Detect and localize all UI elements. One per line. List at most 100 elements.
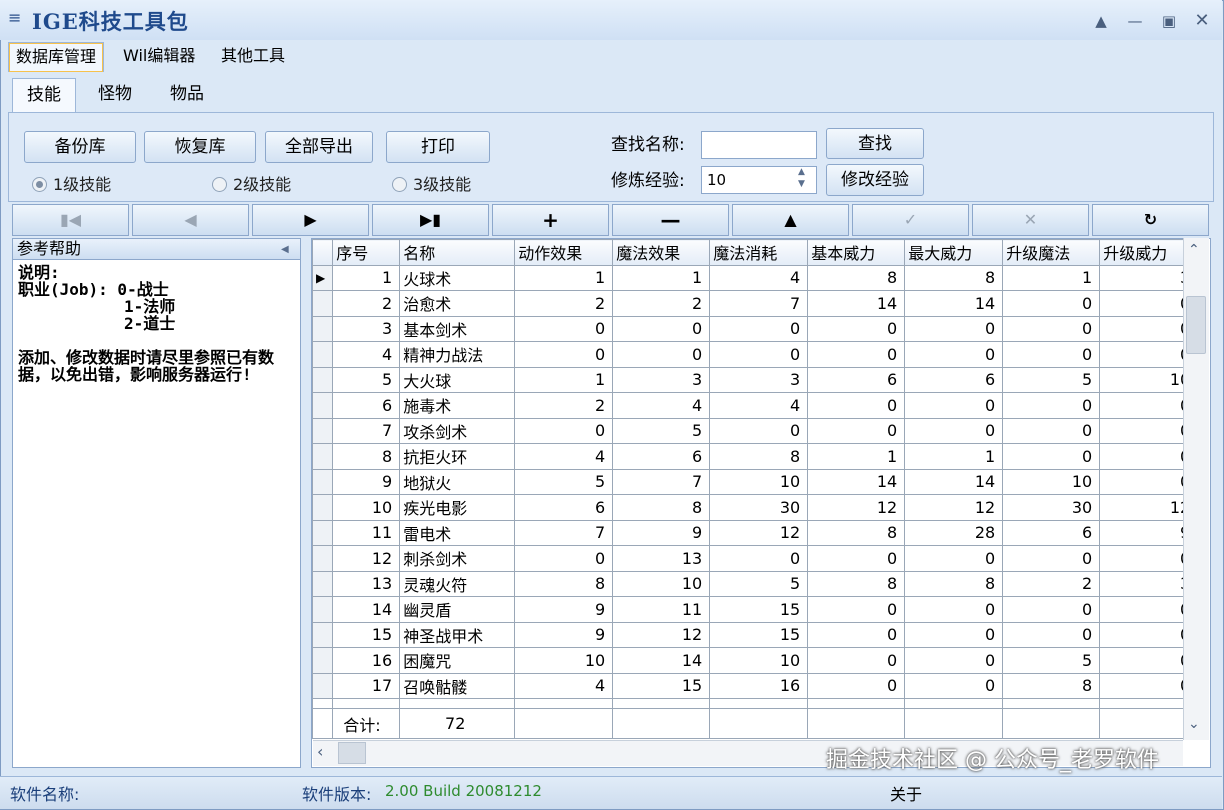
table-cell[interactable]: 雷电术 [399,519,516,546]
row-indicator[interactable] [312,519,334,546]
table-cell[interactable]: 0 [904,315,1004,342]
table-cell[interactable]: 1 [514,366,614,393]
table-cell[interactable]: 7 [332,417,401,444]
row-indicator[interactable] [312,366,334,393]
row-indicator[interactable] [312,570,334,597]
table-cell[interactable]: 2 [514,392,614,419]
table-cell[interactable]: 8 [709,443,809,470]
table-cell[interactable]: 精神力战法 [399,341,516,368]
table-cell[interactable]: 10 [514,647,614,674]
table-cell[interactable]: 0 [1002,596,1101,623]
table-cell[interactable]: 0 [1002,545,1101,572]
row-indicator[interactable] [312,392,334,419]
column-header[interactable]: 最大威力 [904,239,1004,266]
post-record-icon[interactable]: ✓ [852,204,969,236]
table-row[interactable]: 2治愈术227141400 [312,290,1199,317]
app-menu-icon[interactable]: ≡ [8,8,21,27]
table-cell[interactable]: 11 [332,519,401,546]
table-cell[interactable]: 16 [332,647,401,674]
table-cell[interactable]: 1 [514,264,614,291]
table-cell[interactable]: 15 [612,672,711,699]
table-cell[interactable]: 1 [332,264,401,291]
backup-button[interactable]: 备份库 [24,131,136,163]
table-cell[interactable]: 13 [332,570,401,597]
table-cell[interactable]: 0 [709,315,809,342]
table-cell[interactable]: 6 [1002,519,1101,546]
table-cell[interactable]: 30 [709,494,809,521]
table-cell[interactable]: 6 [514,494,614,521]
table-cell[interactable]: 攻杀剑术 [399,417,516,444]
table-cell[interactable]: 0 [514,545,614,572]
table-cell[interactable]: 15 [709,596,809,623]
table-cell[interactable]: 28 [904,519,1004,546]
table-cell[interactable]: 刺杀剑术 [399,545,516,572]
vertical-scroll-thumb[interactable] [1186,296,1206,354]
table-cell[interactable]: 地狱火 [399,468,516,495]
table-cell[interactable]: 0 [709,341,809,368]
table-cell[interactable]: 0 [807,647,906,674]
row-indicator[interactable] [312,468,334,495]
table-row[interactable]: 3基本剑术0000000 [312,315,1199,342]
column-header[interactable]: 升级魔法 [1002,239,1101,266]
edit-record-icon[interactable]: ▲ [732,204,849,236]
table-cell[interactable]: 0 [709,545,809,572]
table-cell[interactable]: 4 [709,264,809,291]
table-cell[interactable]: 12 [612,621,711,648]
table-cell[interactable]: 0 [904,341,1004,368]
table-cell[interactable]: 9 [514,596,614,623]
table-cell[interactable]: 0 [904,621,1004,648]
table-cell[interactable]: 6 [612,443,711,470]
table-cell[interactable]: 5 [332,366,401,393]
row-indicator[interactable] [312,494,334,521]
table-cell[interactable]: 4 [514,443,614,470]
table-cell[interactable]: 0 [1002,417,1101,444]
table-cell[interactable]: 9 [612,519,711,546]
panel-splitter[interactable] [302,238,310,768]
table-cell[interactable]: 1 [612,264,711,291]
table-cell[interactable]: 8 [332,443,401,470]
table-cell[interactable]: 施毒术 [399,392,516,419]
table-row[interactable]: 10 疾光电影 6 8 30 12 12 30 12 [312,494,1199,521]
table-cell[interactable]: 4 [612,392,711,419]
table-row[interactable]: 13灵魂火符81058823 [312,570,1199,597]
table-row[interactable]: 4精神力战法0000000 [312,341,1199,368]
table-row[interactable]: 12刺杀剑术01300000 [312,545,1199,572]
column-header[interactable]: 基本威力 [807,239,906,266]
row-indicator[interactable] [312,417,334,444]
table-cell[interactable]: 5 [709,570,809,597]
table-cell[interactable]: 0 [904,545,1004,572]
row-indicator[interactable] [312,596,334,623]
column-header[interactable]: 魔法消耗 [709,239,809,266]
prior-record-icon[interactable]: ◀ [132,204,249,236]
table-cell[interactable]: 12 [904,494,1004,521]
table-cell[interactable]: 0 [612,315,711,342]
table-cell[interactable]: 5 [1002,366,1101,393]
table-cell[interactable]: 火球术 [399,264,516,291]
table-cell[interactable]: 0 [807,621,906,648]
table-cell[interactable]: 0 [904,672,1004,699]
table-cell[interactable]: 10 [709,647,809,674]
table-cell[interactable]: 0 [904,596,1004,623]
table-cell[interactable]: 0 [709,417,809,444]
modify-exp-button[interactable]: 修改经验 [826,164,924,196]
table-row[interactable]: 15神圣战甲术912150000 [312,621,1199,648]
column-header[interactable]: 名称 [399,239,516,266]
scroll-up-icon[interactable]: ⌃ [1188,242,1200,258]
table-cell[interactable]: 0 [807,392,906,419]
table-cell[interactable]: 8 [904,264,1004,291]
table-cell[interactable]: 10 [612,570,711,597]
print-button[interactable]: 打印 [386,131,490,163]
table-cell[interactable]: 5 [514,468,614,495]
column-header[interactable]: 魔法效果 [612,239,711,266]
table-row[interactable]: 17召唤骷髅415160080 [312,672,1199,699]
row-indicator[interactable] [312,341,334,368]
table-cell[interactable]: 2 [1002,570,1101,597]
table-cell[interactable]: 5 [612,417,711,444]
table-cell[interactable]: 灵魂火符 [399,570,516,597]
export-all-button[interactable]: 全部导出 [265,131,373,163]
table-cell[interactable]: 0 [514,417,614,444]
table-cell[interactable]: 0 [1002,315,1101,342]
table-cell[interactable]: 8 [807,570,906,597]
table-cell[interactable]: 幽灵盾 [399,596,516,623]
table-cell[interactable]: 15 [332,621,401,648]
